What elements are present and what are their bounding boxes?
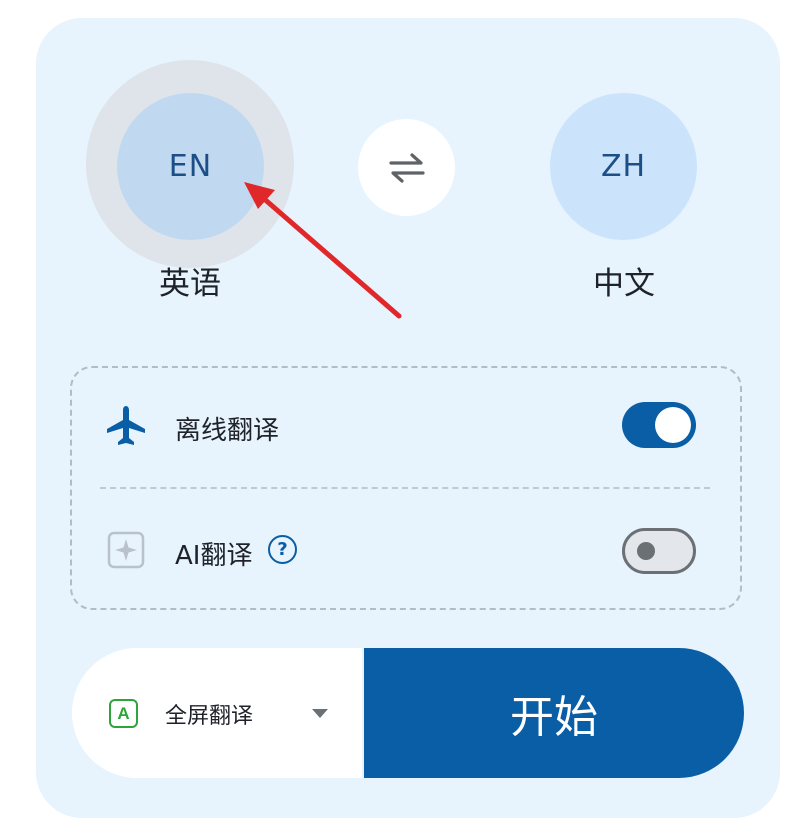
chevron-down-icon <box>312 709 328 718</box>
target-language-button[interactable]: ZH <box>550 93 697 240</box>
swap-arrows-icon <box>388 152 425 183</box>
start-button[interactable]: 开始 <box>364 648 744 778</box>
source-language-code: EN <box>168 149 213 184</box>
sparkle-icon <box>107 531 145 569</box>
target-language-name: 中文 <box>593 266 655 302</box>
translate-mode-dropdown[interactable]: A 全屏翻译 <box>72 648 362 778</box>
toggle-knob <box>637 542 655 560</box>
translate-mode-label: 全屏翻译 <box>165 704 254 729</box>
action-bar: A 全屏翻译 开始 <box>72 648 744 778</box>
start-button-label: 开始 <box>510 692 598 743</box>
source-language-name: 英语 <box>159 266 221 302</box>
swap-languages-button[interactable] <box>358 119 455 216</box>
target-language-code: ZH <box>600 149 647 184</box>
airplane-icon <box>107 406 145 445</box>
fullscreen-translate-icon: A <box>109 699 138 728</box>
toggle-knob <box>655 407 691 443</box>
ai-translate-label: AI翻译 <box>175 541 253 571</box>
offline-translate-label: 离线翻译 <box>175 416 280 446</box>
options-divider <box>100 487 710 489</box>
help-icon[interactable]: ? <box>268 535 297 564</box>
offline-translate-toggle[interactable] <box>622 402 696 448</box>
ai-translate-toggle[interactable] <box>622 528 696 574</box>
source-language-button[interactable]: EN <box>117 93 264 240</box>
